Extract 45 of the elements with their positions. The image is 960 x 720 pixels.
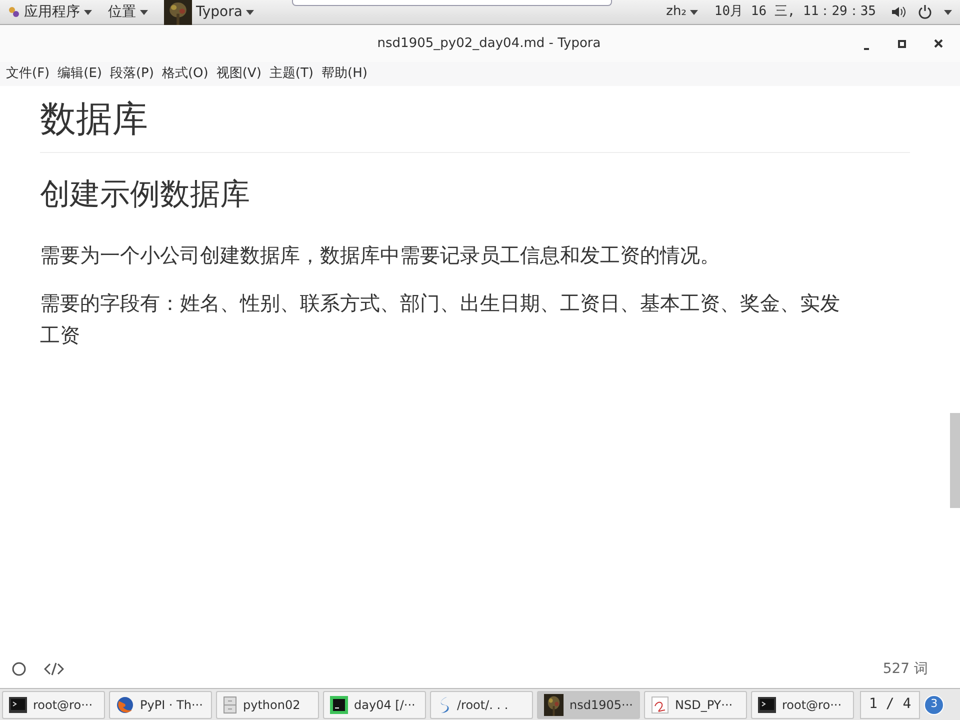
caret-icon xyxy=(84,10,92,14)
terminal-icon xyxy=(758,696,776,712)
paragraph: 需要为一个小公司创建数据库，数据库中需要记录员工信息和发工资的情况。 xyxy=(40,242,721,269)
code-icon[interactable] xyxy=(44,662,64,676)
menu-item[interactable]: 帮助(H) xyxy=(318,64,372,84)
taskbar-item[interactable]: root@ro··· xyxy=(2,690,105,718)
taskbar-item[interactable]: day04 [/··· xyxy=(323,690,426,718)
menu-item[interactable]: 主题(T) xyxy=(265,64,318,84)
ide-icon xyxy=(330,696,348,714)
taskbar-item[interactable]: python02 xyxy=(216,690,319,718)
cabinet-icon xyxy=(223,696,237,714)
taskbar-item[interactable]: root@ro··· xyxy=(751,690,854,718)
apps-icon xyxy=(8,6,20,18)
document-icon xyxy=(651,696,669,714)
taskbar-item[interactable]: nsd1905··· xyxy=(537,690,640,718)
power-icon[interactable] xyxy=(918,5,932,19)
paragraph: 需要的字段有：姓名、性别、联系方式、部门、出生日期、工资日、基本工资、奖金、实发工资 xyxy=(40,290,840,349)
caret-icon xyxy=(944,10,952,14)
menu-item[interactable]: 格式(O) xyxy=(158,64,212,84)
subheading: 创建示例数据库 xyxy=(40,176,251,214)
top-menu[interactable]: 应用程序 xyxy=(0,0,100,24)
clock: 10月 16 三, 11：29：35 xyxy=(713,3,877,22)
close-icon xyxy=(934,39,943,48)
word-count: 527 词 xyxy=(882,660,928,678)
caret-icon xyxy=(690,10,698,14)
menu-item[interactable]: 文件(F) xyxy=(2,64,54,84)
taskbar-item[interactable]: NSD_PY··· xyxy=(644,690,747,718)
circle-icon[interactable] xyxy=(12,662,26,676)
globe-icon xyxy=(116,696,134,714)
taskbar-item[interactable]: /root/. . . xyxy=(430,690,533,718)
terminal-icon xyxy=(9,696,27,712)
top-menu[interactable]: Typora xyxy=(156,0,262,24)
window-title: nsd1905_py02_day04.md - Typora xyxy=(377,34,601,53)
heading: 数据库 xyxy=(40,98,149,142)
menu-item[interactable]: 编辑(E) xyxy=(54,64,106,84)
input-method[interactable]: zh₂ xyxy=(658,2,706,22)
caret-icon xyxy=(140,10,148,14)
volume-icon[interactable] xyxy=(892,6,906,18)
taskbar-item[interactable]: PyPI · Th··· xyxy=(109,690,212,718)
caret-icon xyxy=(246,10,254,14)
workspace-pager[interactable]: 1 / 4 xyxy=(860,690,920,718)
notification-badge[interactable]: 3 xyxy=(924,694,944,714)
menu-item[interactable]: 视图(V) xyxy=(212,64,266,84)
menu-item[interactable]: 段落(P) xyxy=(106,64,158,84)
top-menu[interactable]: 位置 xyxy=(100,0,156,24)
